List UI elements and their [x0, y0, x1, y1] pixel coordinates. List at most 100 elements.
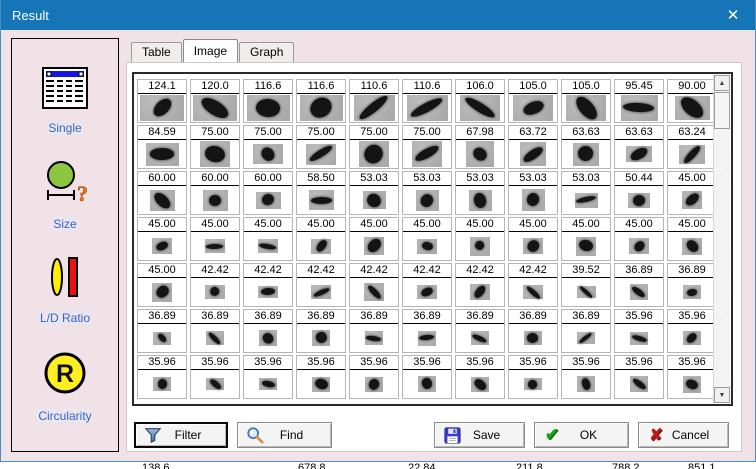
- particle-cell[interactable]: 35.96: [349, 355, 399, 399]
- close-icon[interactable]: ✕: [711, 0, 755, 30]
- particle-cell[interactable]: 42.42: [296, 263, 346, 307]
- particle-cell[interactable]: 35.96: [614, 355, 664, 399]
- particle-cell[interactable]: 42.42: [243, 263, 293, 307]
- particle-cell[interactable]: 110.6: [349, 79, 399, 123]
- particle-cell[interactable]: 53.03: [508, 171, 558, 215]
- particle-cell[interactable]: 124.1: [137, 79, 187, 123]
- particle-cell[interactable]: 45.00: [402, 217, 452, 261]
- ok-button[interactable]: ✔ OK: [534, 422, 629, 448]
- particle-cell[interactable]: 45.00: [508, 217, 558, 261]
- scroll-down-icon[interactable]: ▼: [714, 387, 730, 403]
- sidebar-item-circularity[interactable]: R Circularity: [36, 349, 93, 423]
- particle-cell[interactable]: 53.03: [455, 171, 505, 215]
- particle-cell[interactable]: 90.00: [667, 79, 714, 123]
- particle-cell[interactable]: 45.00: [137, 217, 187, 261]
- particle-cell[interactable]: 36.89: [667, 263, 714, 307]
- particle-image: [615, 94, 663, 122]
- particle-cell[interactable]: 36.89: [455, 309, 505, 353]
- particle-cell[interactable]: 35.96: [667, 355, 714, 399]
- scrollbar-thumb[interactable]: [714, 92, 730, 129]
- particle-value: 45.00: [138, 264, 186, 278]
- particle-cell[interactable]: 75.00: [349, 125, 399, 169]
- particle-cell[interactable]: 110.6: [402, 79, 452, 123]
- particle-cell[interactable]: 63.63: [614, 125, 664, 169]
- particle-cell[interactable]: 45.00: [455, 217, 505, 261]
- particle-cell[interactable]: 120.0: [190, 79, 240, 123]
- particle-cell[interactable]: 36.89: [561, 309, 611, 353]
- particle-cell[interactable]: 35.96: [561, 355, 611, 399]
- particle-cell[interactable]: 35.96: [508, 355, 558, 399]
- tab-image[interactable]: Image: [183, 39, 238, 62]
- titlebar[interactable]: Result ✕: [1, 0, 755, 30]
- particle-cell[interactable]: 36.89: [614, 263, 664, 307]
- particle-value: 35.96: [668, 356, 714, 370]
- particle-cell[interactable]: 45.00: [243, 217, 293, 261]
- particle-cell[interactable]: 67.98: [455, 125, 505, 169]
- particle-cell[interactable]: 60.00: [190, 171, 240, 215]
- particle-cell[interactable]: 60.00: [243, 171, 293, 215]
- particle-cell[interactable]: 42.42: [508, 263, 558, 307]
- particle-cell[interactable]: 58.50: [296, 171, 346, 215]
- particle-cell[interactable]: 45.00: [561, 217, 611, 261]
- tab-table[interactable]: Table: [131, 42, 182, 62]
- particle-cell[interactable]: 116.6: [243, 79, 293, 123]
- particle-cell[interactable]: 105.0: [508, 79, 558, 123]
- particle-cell[interactable]: 35.96: [137, 355, 187, 399]
- particle-cell[interactable]: 53.03: [402, 171, 452, 215]
- sidebar-item-single[interactable]: Single: [42, 67, 88, 135]
- particle-image: [244, 94, 292, 122]
- particle-cell[interactable]: 45.00: [190, 217, 240, 261]
- particle-cell[interactable]: 35.96: [402, 355, 452, 399]
- particle-cell[interactable]: 45.00: [667, 171, 714, 215]
- particle-cell[interactable]: 75.00: [243, 125, 293, 169]
- particle-cell[interactable]: 36.89: [349, 309, 399, 353]
- sidebar-item-ld-ratio[interactable]: L/D Ratio: [38, 255, 92, 325]
- sidebar-item-size[interactable]: ? Size: [41, 159, 89, 231]
- particle-cell[interactable]: 36.89: [508, 309, 558, 353]
- particle-cell[interactable]: 35.96: [614, 309, 664, 353]
- particle-cell[interactable]: 63.24: [667, 125, 714, 169]
- particle-cell[interactable]: 36.89: [190, 309, 240, 353]
- tab-graph[interactable]: Graph: [239, 42, 294, 62]
- vertical-scrollbar[interactable]: ▲ ▼: [713, 75, 730, 403]
- particle-cell[interactable]: 50.44: [614, 171, 664, 215]
- save-button[interactable]: Save: [434, 422, 525, 448]
- particle-value: 75.00: [297, 126, 345, 140]
- find-button[interactable]: Find: [237, 422, 332, 448]
- particle-cell[interactable]: 42.42: [455, 263, 505, 307]
- particle-cell[interactable]: 45.00: [137, 263, 187, 307]
- particle-cell[interactable]: 36.89: [137, 309, 187, 353]
- particle-cell[interactable]: 53.03: [561, 171, 611, 215]
- particle-cell[interactable]: 36.89: [296, 309, 346, 353]
- particle-cell[interactable]: 42.42: [402, 263, 452, 307]
- particle-cell[interactable]: 35.96: [190, 355, 240, 399]
- particle-cell[interactable]: 35.96: [296, 355, 346, 399]
- particle-cell[interactable]: 36.89: [402, 309, 452, 353]
- particle-cell[interactable]: 45.00: [614, 217, 664, 261]
- particle-cell[interactable]: 75.00: [296, 125, 346, 169]
- particle-cell[interactable]: 63.63: [561, 125, 611, 169]
- particle-cell[interactable]: 106.0: [455, 79, 505, 123]
- particle-cell[interactable]: 84.59: [137, 125, 187, 169]
- particle-cell[interactable]: 60.00: [137, 171, 187, 215]
- particle-cell[interactable]: 39.52: [561, 263, 611, 307]
- cancel-button[interactable]: ✘ Cancel: [638, 422, 729, 448]
- particle-cell[interactable]: 35.96: [667, 309, 714, 353]
- filter-button[interactable]: Filter: [134, 422, 228, 448]
- particle-cell[interactable]: 45.00: [349, 217, 399, 261]
- particle-cell[interactable]: 35.96: [243, 355, 293, 399]
- particle-cell[interactable]: 42.42: [349, 263, 399, 307]
- particle-cell[interactable]: 42.42: [190, 263, 240, 307]
- particle-cell[interactable]: 36.89: [243, 309, 293, 353]
- particle-cell[interactable]: 53.03: [349, 171, 399, 215]
- particle-cell[interactable]: 63.72: [508, 125, 558, 169]
- particle-cell[interactable]: 45.00: [667, 217, 714, 261]
- particle-cell[interactable]: 45.00: [296, 217, 346, 261]
- scroll-up-icon[interactable]: ▲: [714, 75, 730, 91]
- particle-cell[interactable]: 95.45: [614, 79, 664, 123]
- particle-cell[interactable]: 105.0: [561, 79, 611, 123]
- particle-cell[interactable]: 75.00: [190, 125, 240, 169]
- particle-cell[interactable]: 35.96: [455, 355, 505, 399]
- particle-cell[interactable]: 75.00: [402, 125, 452, 169]
- particle-cell[interactable]: 116.6: [296, 79, 346, 123]
